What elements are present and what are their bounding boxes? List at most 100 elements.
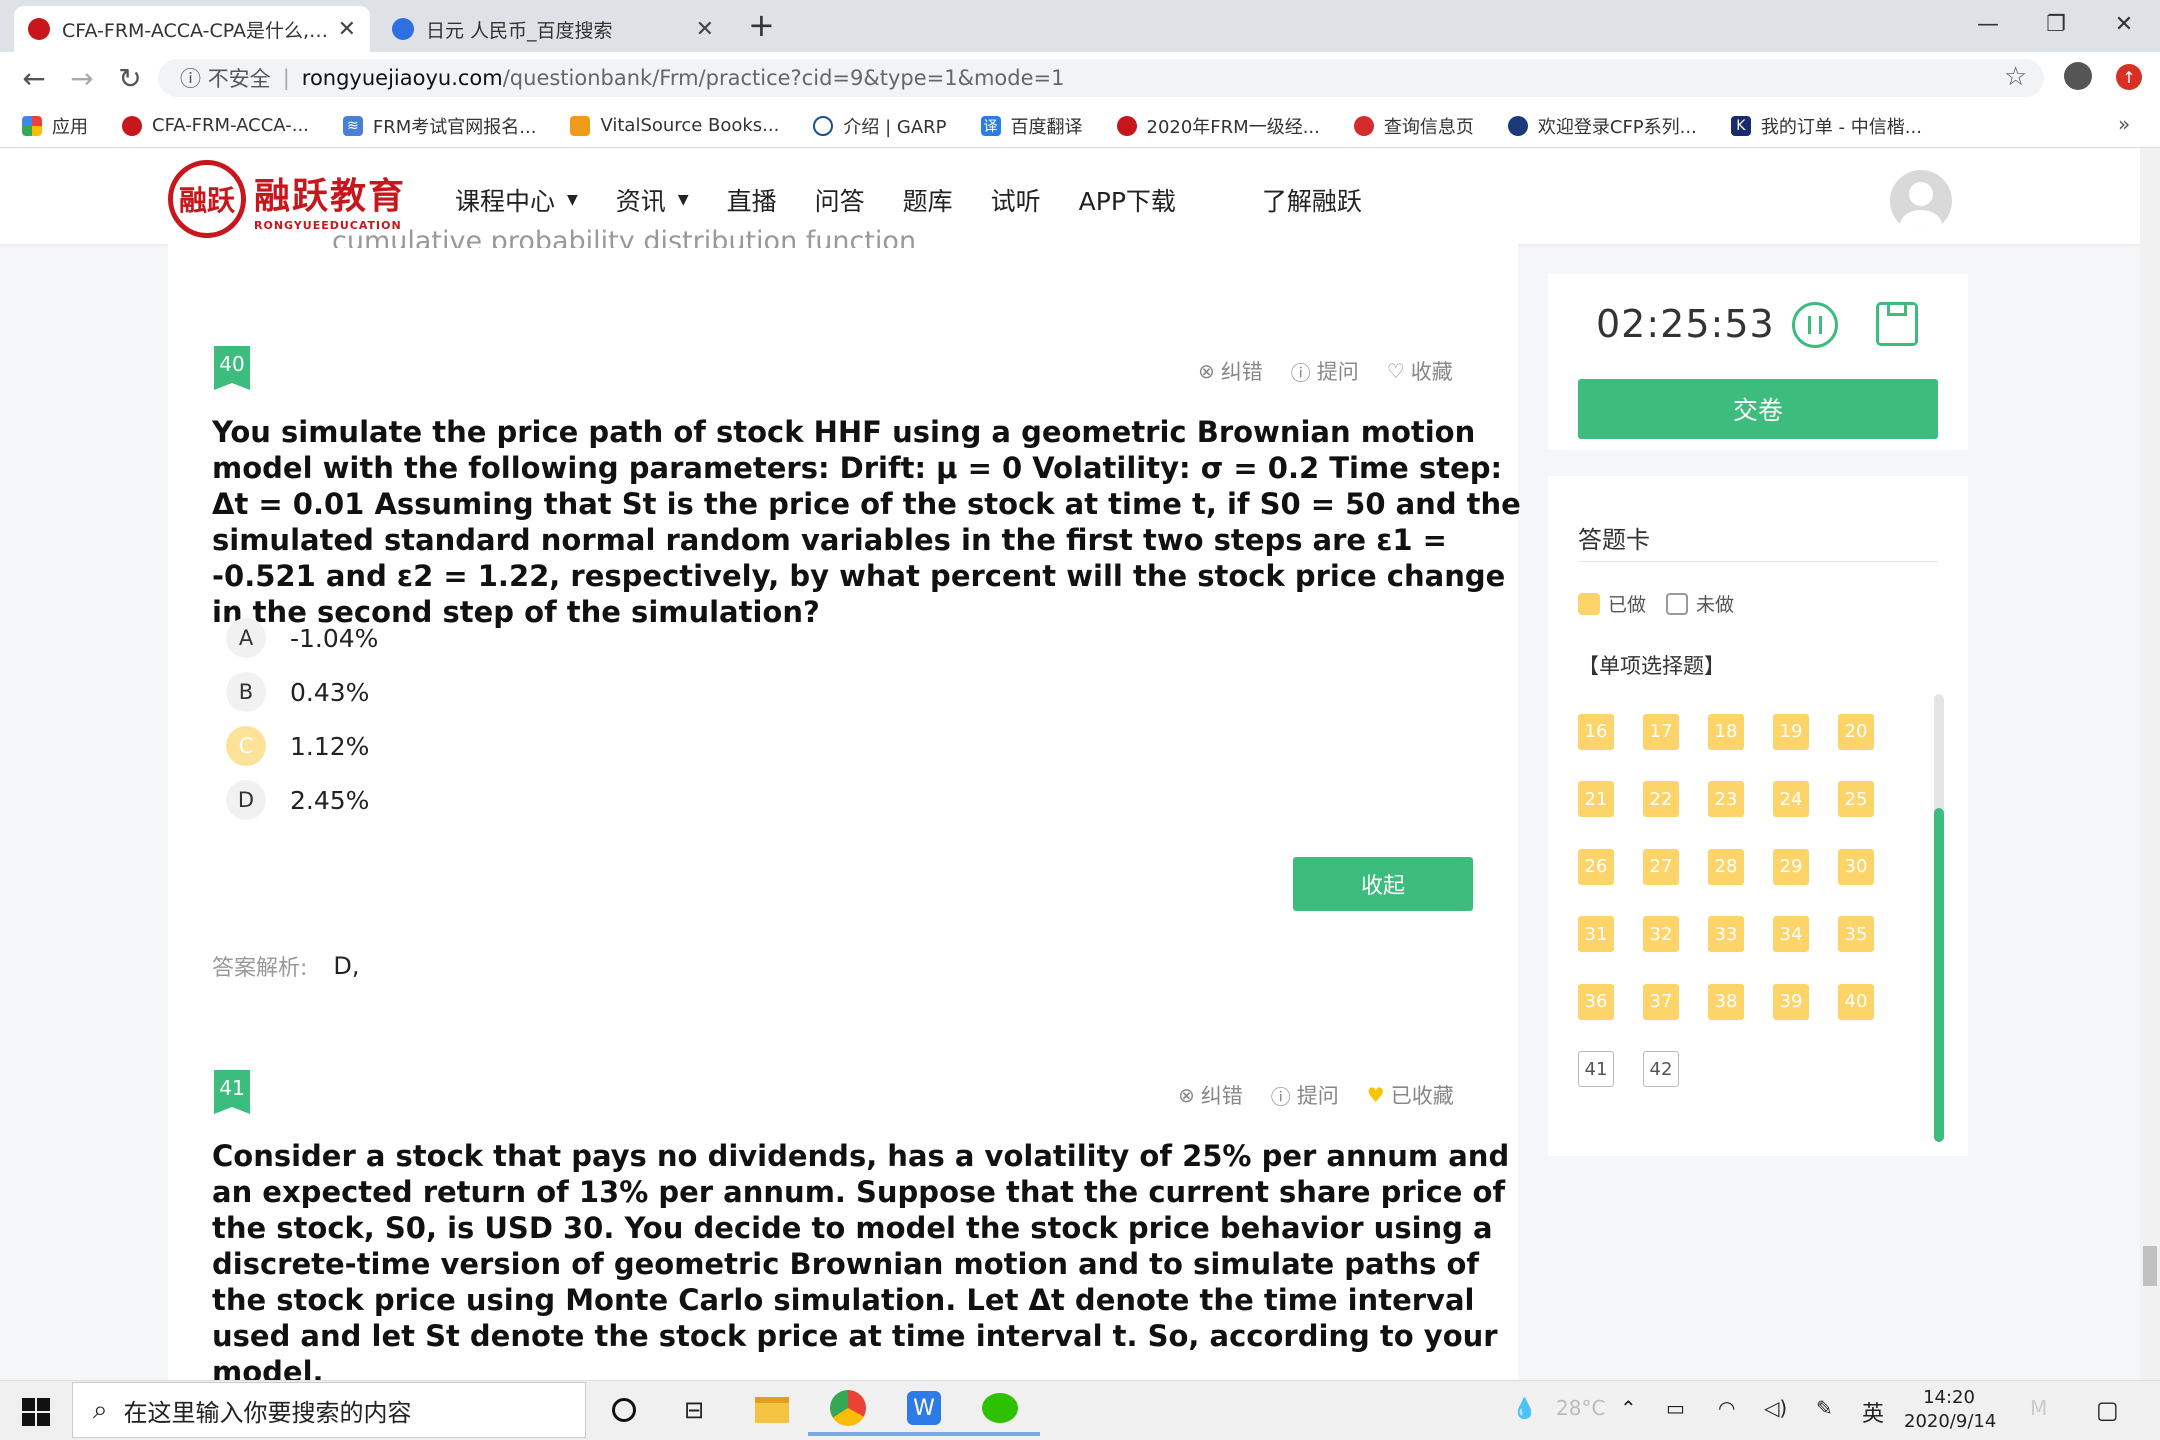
forward-icon[interactable]: → xyxy=(62,62,102,95)
back-icon[interactable]: ← xyxy=(14,62,54,95)
pause-button[interactable] xyxy=(1792,302,1838,348)
submit-exam-button[interactable]: 交卷 xyxy=(1578,379,1938,439)
windows-start-icon[interactable] xyxy=(22,1398,50,1426)
answer-card-cell[interactable]: 16 xyxy=(1578,713,1614,750)
answer-card-cell[interactable]: 41 xyxy=(1578,1051,1614,1087)
bookmark-apps[interactable]: 应用 xyxy=(22,113,88,139)
answer-card-cell[interactable]: 39 xyxy=(1773,983,1809,1020)
bookmark-item[interactable]: 欢迎登录CFP系列... xyxy=(1507,113,1697,139)
answer-card-cell[interactable]: 31 xyxy=(1578,916,1614,952)
ime-indicator[interactable]: 英 xyxy=(1862,1396,1884,1428)
bookmark-item[interactable]: ≋ FRM考试官网报名... xyxy=(342,113,536,139)
notification-icon[interactable]: ▢ xyxy=(2096,1396,2119,1424)
wifi-icon[interactable]: ◠ xyxy=(1718,1396,1735,1420)
close-window-icon[interactable]: ✕ xyxy=(2094,4,2154,44)
user-avatar[interactable] xyxy=(1890,170,1952,232)
answer-card-cell[interactable]: 29 xyxy=(1773,848,1809,885)
star-icon[interactable]: ☆ xyxy=(2004,62,2027,92)
minimize-icon[interactable]: — xyxy=(1958,4,2018,44)
answer-card-cell[interactable]: 20 xyxy=(1838,713,1874,750)
bookmarks-more-icon[interactable]: » xyxy=(2118,112,2130,136)
answer-card-cell[interactable]: 37 xyxy=(1643,983,1679,1020)
nav-about[interactable]: 了解融跃 xyxy=(1262,182,1362,218)
taskbar-search[interactable]: ⌕ 在这里输入你要搜索的内容 xyxy=(72,1382,586,1438)
nav-question-bank[interactable]: 题库 xyxy=(903,182,953,218)
answer-card-cell[interactable]: 19 xyxy=(1773,713,1809,750)
file-explorer-icon[interactable] xyxy=(732,1384,812,1436)
bookmark-item[interactable]: 译百度翻译 xyxy=(980,113,1083,139)
option-d[interactable]: D 2.45% xyxy=(226,780,369,820)
tab-baidu[interactable]: 日元 人民币_百度搜索 ✕ xyxy=(378,6,728,52)
update-icon[interactable]: ↑ xyxy=(2116,64,2142,90)
answer-card-cell[interactable]: 18 xyxy=(1708,713,1744,750)
answer-card-cell[interactable]: 40 xyxy=(1838,983,1874,1020)
bookmark-item[interactable]: 2020年FRM一级经... xyxy=(1116,113,1320,139)
chrome-icon[interactable] xyxy=(808,1384,888,1436)
page-scrollbar[interactable] xyxy=(2140,148,2160,1380)
new-tab-button[interactable]: + xyxy=(748,6,775,44)
mail-icon[interactable]: M xyxy=(2030,1396,2047,1420)
nav-qa[interactable]: 问答 xyxy=(815,182,865,218)
wps-icon[interactable]: W xyxy=(884,1384,964,1436)
answer-card-cell[interactable]: 17 xyxy=(1643,713,1679,750)
answer-card-cell[interactable]: 22 xyxy=(1643,781,1679,817)
close-tab-icon[interactable]: ✕ xyxy=(696,17,714,42)
task-view-icon[interactable]: ⊟ xyxy=(654,1384,734,1436)
weather-icon[interactable]: 💧 xyxy=(1512,1396,1537,1420)
answer-card-cell[interactable]: 21 xyxy=(1578,781,1614,817)
battery-icon[interactable]: ▭ xyxy=(1666,1396,1685,1420)
bookmark-item[interactable]: CFA-FRM-ACCA-... xyxy=(122,115,309,136)
bookmark-item[interactable]: VitalSource Books... xyxy=(570,115,779,136)
favorited-button[interactable]: ♥ 已收藏 xyxy=(1367,1080,1454,1110)
collapse-button[interactable]: 收起 xyxy=(1293,857,1473,911)
nav-live[interactable]: 直播 xyxy=(727,182,777,218)
restore-icon[interactable]: ❐ xyxy=(2026,4,2086,44)
answer-card-cell[interactable]: 25 xyxy=(1838,781,1874,817)
answer-card-cell[interactable]: 26 xyxy=(1578,848,1614,885)
answer-explanation: 答案解析: D, xyxy=(212,950,360,982)
answer-card-cell[interactable]: 23 xyxy=(1708,781,1744,817)
reload-icon[interactable]: ↻ xyxy=(110,62,150,95)
volume-icon[interactable]: ◁) xyxy=(1764,1396,1787,1420)
address-bar[interactable]: ⓘ 不安全 | rongyuejiaoyu.com /questionbank/… xyxy=(158,59,2044,97)
ask-button[interactable]: ⓘ 提问 xyxy=(1291,356,1359,386)
answer-card-cell[interactable]: 24 xyxy=(1773,781,1809,817)
favorite-button[interactable]: ♡ 收藏 xyxy=(1387,356,1453,386)
nav-course-center[interactable]: 课程中心 ▼ xyxy=(455,182,578,218)
report-error-button[interactable]: ⊗ 纠错 xyxy=(1178,1080,1243,1110)
option-a[interactable]: A -1.04% xyxy=(226,618,378,658)
nav-news[interactable]: 资讯 ▼ xyxy=(616,182,689,218)
answer-card-cell[interactable]: 27 xyxy=(1643,848,1679,885)
answer-card-cell[interactable]: 30 xyxy=(1838,848,1874,885)
bookmark-item[interactable]: 查询信息页 xyxy=(1353,113,1474,139)
answer-card-cell[interactable]: 35 xyxy=(1838,916,1874,952)
answer-card-cell[interactable]: 34 xyxy=(1773,916,1809,952)
profile-icon[interactable] xyxy=(2064,62,2092,90)
tray-expand-icon[interactable]: ⌃ xyxy=(1620,1396,1637,1420)
answer-card-cell[interactable]: 42 xyxy=(1643,1051,1679,1087)
clock[interactable]: 14:20 2020/9/14 xyxy=(1904,1386,1996,1434)
bookmark-item[interactable]: K 我的订单 - 中信楷... xyxy=(1730,113,1922,139)
tab-cfa[interactable]: CFA-FRM-ACCA-CPA是什么,… ✕ xyxy=(14,6,370,52)
question-text: Consider a stock that pays no dividends,… xyxy=(212,1139,1510,1380)
ask-button[interactable]: ⓘ 提问 xyxy=(1271,1080,1339,1110)
report-error-button[interactable]: ⊗ 纠错 xyxy=(1198,356,1263,386)
close-tab-icon[interactable]: ✕ xyxy=(338,17,356,42)
info-icon[interactable]: ⓘ xyxy=(180,63,208,93)
option-b[interactable]: B 0.43% xyxy=(226,672,369,712)
bookmark-item[interactable]: 介绍 | GARP xyxy=(813,113,947,139)
answer-card-cell[interactable]: 36 xyxy=(1578,983,1614,1020)
nav-trial[interactable]: 试听 xyxy=(991,182,1041,218)
answer-card-cell[interactable]: 28 xyxy=(1708,848,1744,885)
answer-card-cell[interactable]: 33 xyxy=(1708,916,1744,952)
answer-card-cell[interactable]: 32 xyxy=(1643,916,1679,952)
page-scrollbar-thumb[interactable] xyxy=(2143,1246,2157,1286)
save-button[interactable] xyxy=(1876,302,1918,346)
cortana-icon[interactable] xyxy=(584,1384,664,1436)
pen-icon[interactable]: ✎ xyxy=(1816,1396,1833,1420)
option-c[interactable]: C 1.12% xyxy=(226,726,369,766)
grid-scrollbar-thumb[interactable] xyxy=(1934,808,1944,1142)
nav-app-download[interactable]: APP下载 xyxy=(1079,182,1176,218)
answer-card-cell[interactable]: 38 xyxy=(1708,983,1744,1020)
wechat-icon[interactable] xyxy=(960,1384,1040,1436)
